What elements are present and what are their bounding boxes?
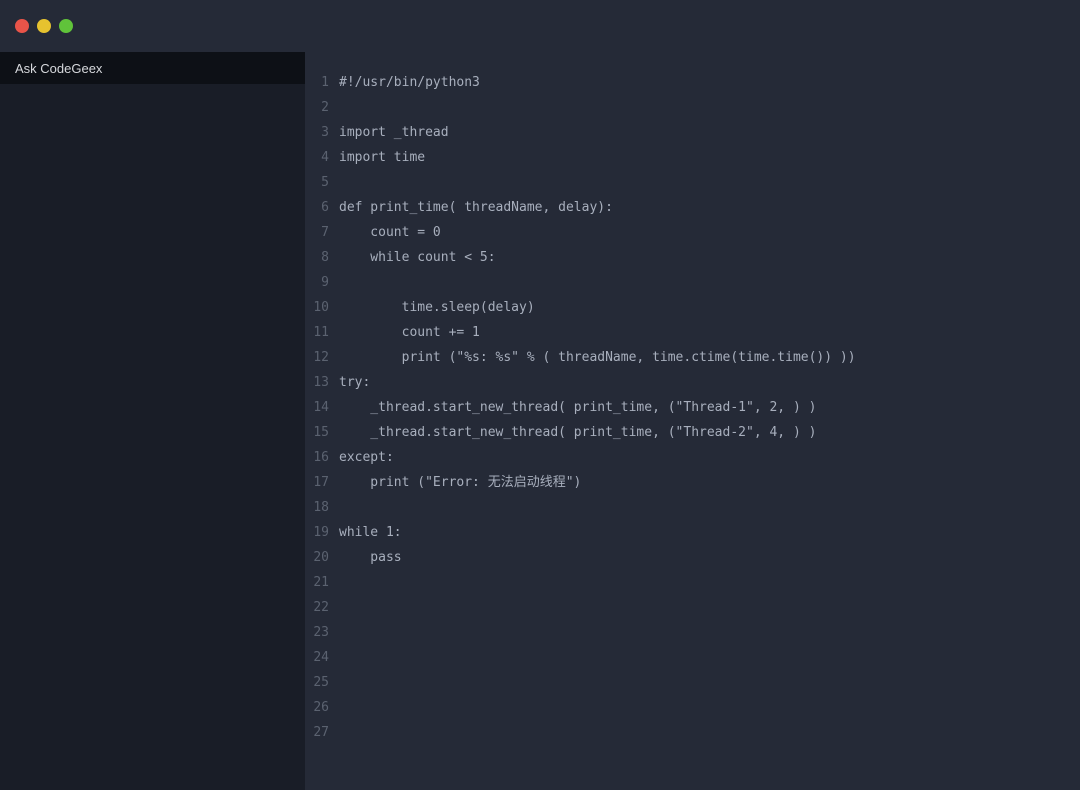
line-number: 27 — [305, 720, 339, 745]
line-number: 9 — [305, 270, 339, 295]
code-line[interactable]: 14 _thread.start_new_thread( print_time,… — [305, 395, 1080, 420]
code-line[interactable]: 10 time.sleep(delay) — [305, 295, 1080, 320]
line-number: 5 — [305, 170, 339, 195]
line-number: 23 — [305, 620, 339, 645]
code-line[interactable]: 19while 1: — [305, 520, 1080, 545]
line-number: 14 — [305, 395, 339, 420]
code-text: count = 0 — [339, 220, 441, 245]
line-number: 7 — [305, 220, 339, 245]
traffic-lights — [15, 19, 73, 33]
code-line[interactable]: 7 count = 0 — [305, 220, 1080, 245]
code-line[interactable]: 24 — [305, 645, 1080, 670]
code-editor[interactable]: 1#!/usr/bin/python323import _thread4impo… — [305, 70, 1080, 745]
code-line[interactable]: 1#!/usr/bin/python3 — [305, 70, 1080, 95]
line-number: 12 — [305, 345, 339, 370]
line-number: 18 — [305, 495, 339, 520]
code-text: time.sleep(delay) — [339, 295, 535, 320]
sidebar-tab-label: Ask CodeGeex — [15, 61, 102, 76]
code-text: count += 1 — [339, 320, 480, 345]
main-area: Ask CodeGeex 1#!/usr/bin/python323import… — [0, 52, 1080, 790]
code-text: try: — [339, 370, 370, 395]
line-number: 1 — [305, 70, 339, 95]
code-line[interactable]: 15 _thread.start_new_thread( print_time,… — [305, 420, 1080, 445]
code-line[interactable]: 12 print ("%s: %s" % ( threadName, time.… — [305, 345, 1080, 370]
code-text: #!/usr/bin/python3 — [339, 70, 480, 95]
line-number: 4 — [305, 145, 339, 170]
code-text: except: — [339, 445, 394, 470]
minimize-icon[interactable] — [37, 19, 51, 33]
editor-panel: 1#!/usr/bin/python323import _thread4impo… — [305, 52, 1080, 790]
code-line[interactable]: 18 — [305, 495, 1080, 520]
line-number: 11 — [305, 320, 339, 345]
code-line[interactable]: 20 pass — [305, 545, 1080, 570]
line-number: 26 — [305, 695, 339, 720]
code-line[interactable]: 11 count += 1 — [305, 320, 1080, 345]
code-line[interactable]: 4import time — [305, 145, 1080, 170]
code-line[interactable]: 2 — [305, 95, 1080, 120]
code-line[interactable]: 9 — [305, 270, 1080, 295]
code-line[interactable]: 22 — [305, 595, 1080, 620]
code-line[interactable]: 3import _thread — [305, 120, 1080, 145]
code-line[interactable]: 26 — [305, 695, 1080, 720]
code-text: print ("Error: 无法启动线程") — [339, 470, 581, 495]
line-number: 13 — [305, 370, 339, 395]
code-line[interactable]: 17 print ("Error: 无法启动线程") — [305, 470, 1080, 495]
code-text: print ("%s: %s" % ( threadName, time.cti… — [339, 345, 856, 370]
line-number: 17 — [305, 470, 339, 495]
maximize-icon[interactable] — [59, 19, 73, 33]
code-line[interactable]: 5 — [305, 170, 1080, 195]
code-text: pass — [339, 545, 402, 570]
code-line[interactable]: 21 — [305, 570, 1080, 595]
code-line[interactable]: 23 — [305, 620, 1080, 645]
sidebar-tab-ask-codegeex[interactable]: Ask CodeGeex — [0, 52, 305, 84]
code-line[interactable]: 27 — [305, 720, 1080, 745]
code-text: def print_time( threadName, delay): — [339, 195, 613, 220]
code-line[interactable]: 25 — [305, 670, 1080, 695]
code-text: _thread.start_new_thread( print_time, ("… — [339, 420, 816, 445]
close-icon[interactable] — [15, 19, 29, 33]
line-number: 15 — [305, 420, 339, 445]
line-number: 19 — [305, 520, 339, 545]
code-text: import time — [339, 145, 425, 170]
line-number: 8 — [305, 245, 339, 270]
code-text: _thread.start_new_thread( print_time, ("… — [339, 395, 816, 420]
code-text: while 1: — [339, 520, 402, 545]
line-number: 24 — [305, 645, 339, 670]
line-number: 16 — [305, 445, 339, 470]
line-number: 2 — [305, 95, 339, 120]
line-number: 6 — [305, 195, 339, 220]
line-number: 25 — [305, 670, 339, 695]
line-number: 10 — [305, 295, 339, 320]
code-text: while count < 5: — [339, 245, 496, 270]
line-number: 20 — [305, 545, 339, 570]
code-text: import _thread — [339, 120, 449, 145]
code-line[interactable]: 16except: — [305, 445, 1080, 470]
code-line[interactable]: 13try: — [305, 370, 1080, 395]
code-line[interactable]: 6def print_time( threadName, delay): — [305, 195, 1080, 220]
sidebar: Ask CodeGeex — [0, 52, 305, 790]
line-number: 21 — [305, 570, 339, 595]
line-number: 22 — [305, 595, 339, 620]
code-line[interactable]: 8 while count < 5: — [305, 245, 1080, 270]
titlebar — [0, 0, 1080, 52]
line-number: 3 — [305, 120, 339, 145]
